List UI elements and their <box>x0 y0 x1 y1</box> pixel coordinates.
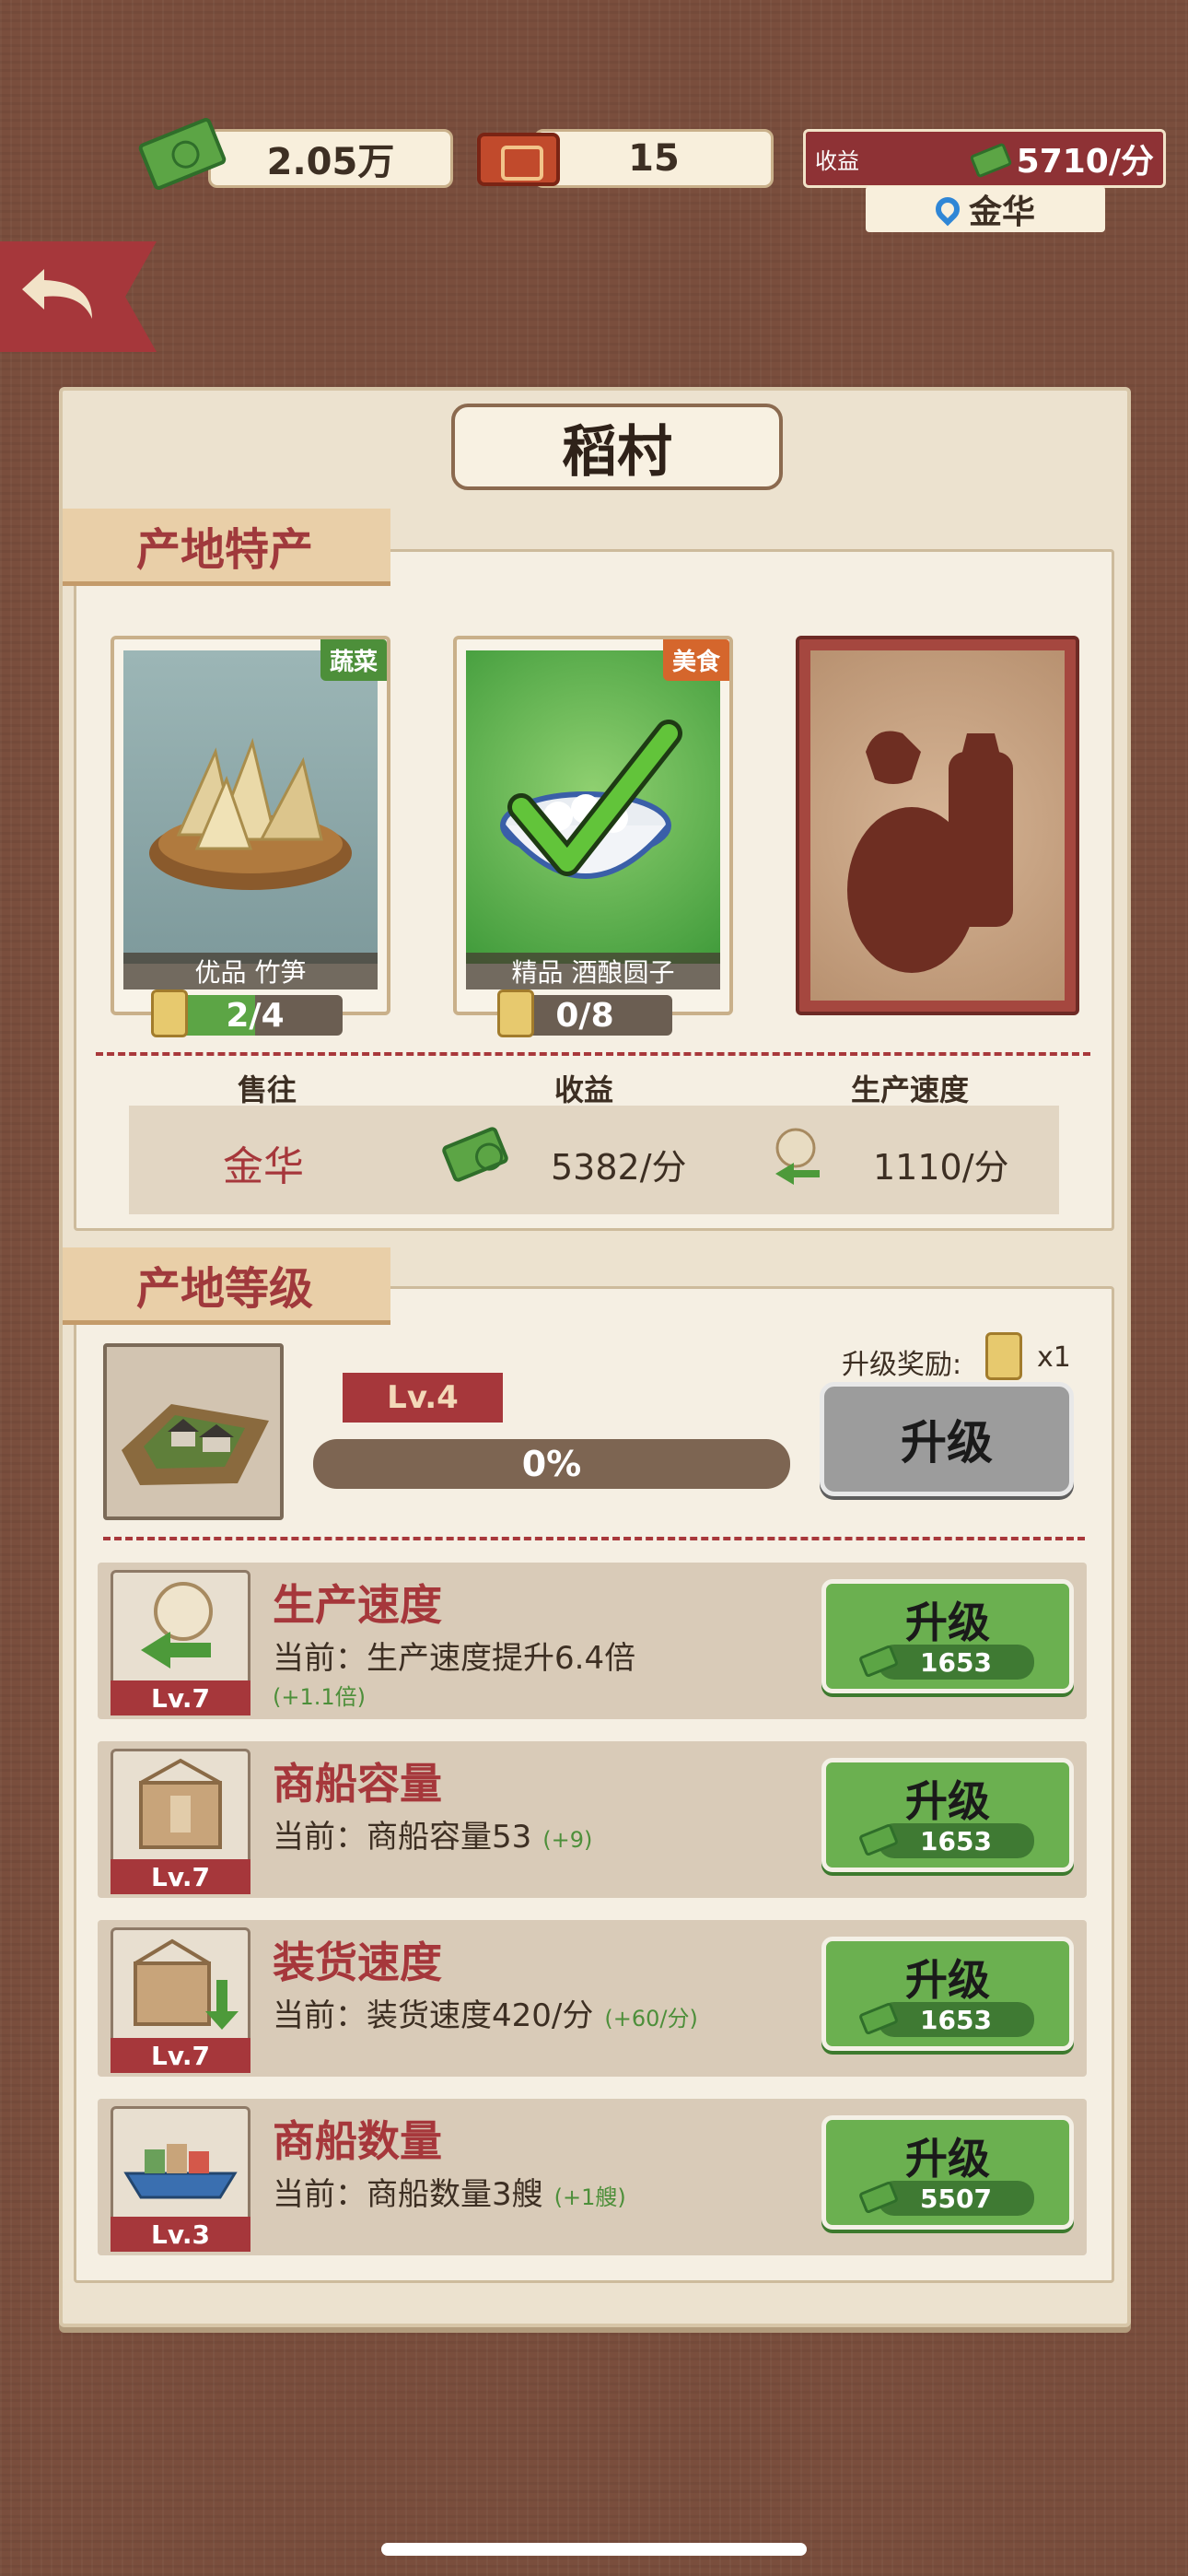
level-progress-text: 0% <box>521 1444 582 1484</box>
product-card-locked[interactable] <box>796 636 1079 1015</box>
region-title: 稻村 <box>451 404 783 490</box>
level-tab: 产地等级 <box>63 1247 390 1325</box>
level-progress-bar: 0% <box>313 1439 790 1489</box>
cash-value: 2.05万 <box>266 141 395 183</box>
cash-icon <box>969 142 1013 179</box>
progress-text: 0/8 <box>555 996 614 1035</box>
upgrade-row-production-speed: Lv.7 生产速度 当前：生产速度提升6.4倍 (+1.1倍) 升级 1653 <box>98 1563 1087 1719</box>
sell-to-value: 金华 <box>223 1143 304 1190</box>
upgrade-ship-count-button[interactable]: 升级 5507 <box>821 2115 1074 2230</box>
upgrade-cost: 1653 <box>878 2002 1034 2037</box>
upgrade-level: Lv.7 <box>111 1680 250 1715</box>
cash-display: 2.05万 <box>208 129 453 188</box>
upgrade-production-speed-button[interactable]: 升级 1653 <box>821 1579 1074 1693</box>
ticket-display: 15 <box>534 129 774 188</box>
progress-text: 2/4 <box>226 996 285 1035</box>
seed-packet-icon <box>985 1332 1022 1380</box>
location-pin-icon <box>930 192 965 227</box>
specialty-tab: 产地特产 <box>63 509 390 586</box>
upgrade-title: 生产速度 <box>273 1580 442 1630</box>
upgrade-current: 当前：装货速度420/分 <box>273 1997 594 2034</box>
upgrade-bonus: (+9) <box>542 1827 593 1853</box>
income-label: 收益 <box>815 147 859 174</box>
divider <box>96 1052 1090 1056</box>
location-name: 金华 <box>968 193 1035 231</box>
upgrade-button-label: 升级 <box>905 2134 990 2184</box>
village-image <box>103 1343 284 1520</box>
upgrade-ship-capacity-button[interactable]: 升级 1653 <box>821 1758 1074 1872</box>
sell-to-label: 售往 <box>237 1072 297 1107</box>
upgrade-cost: 1653 <box>878 1645 1034 1680</box>
upgrade-row-loading-speed: Lv.7 装货速度 当前：装货速度420/分 (+60/分) 升级 1653 <box>98 1920 1087 2077</box>
upgrade-button-label: 升级 <box>905 1598 990 1647</box>
back-button[interactable] <box>0 241 157 352</box>
upgrade-bonus: (+60/分) <box>604 2006 698 2032</box>
product-card-rice-ball[interactable]: 精品 酒酿圆子 美食 <box>453 636 733 1015</box>
upgrade-row-ship-count: Lv.3 商船数量 当前：商船数量3艘 (+1艘) 升级 5507 <box>98 2099 1087 2255</box>
upgrade-title: 装货速度 <box>273 1938 442 1987</box>
product-tag: 美食 <box>662 639 729 681</box>
production-speed-icon <box>775 1128 820 1185</box>
upgrade-current: 当前：生产速度提升6.4倍 <box>273 1640 636 1677</box>
product-tag: 蔬菜 <box>320 639 387 681</box>
product-card-bamboo[interactable]: 优品 竹笋 蔬菜 <box>111 636 390 1015</box>
reward-count: x1 <box>1037 1341 1071 1374</box>
product-name: 优品 竹笋 <box>123 953 378 989</box>
upgrade-bonus: (+1艘) <box>553 2184 626 2210</box>
region-level-badge: Lv.4 <box>343 1373 503 1423</box>
seed-packet-icon <box>497 989 534 1037</box>
upgrade-bonus: (+1.1倍) <box>273 1684 367 1710</box>
income-panel: 收益 5710/分 <box>803 129 1166 188</box>
income-value-text: 5710/分 <box>1016 143 1154 181</box>
income-stat-value: 5382/分 <box>551 1147 687 1188</box>
seed-packet-icon <box>151 989 188 1037</box>
income-stat-label: 收益 <box>553 1072 613 1107</box>
upgrade-row-ship-capacity: Lv.7 商船容量 当前：商船容量53 (+9) 升级 1653 <box>98 1741 1087 1898</box>
upgrade-level: Lv.7 <box>111 2038 250 2073</box>
rice-ball-image <box>466 650 720 964</box>
region-upgrade-button[interactable]: 升级 <box>820 1382 1074 1496</box>
upgrade-level: Lv.7 <box>111 1859 250 1894</box>
upgrade-button-label: 升级 <box>905 1955 990 2005</box>
locked-product-silhouette <box>810 650 1065 1001</box>
upgrade-cost: 5507 <box>878 2181 1034 2216</box>
upgrade-button-label: 升级 <box>905 1776 990 1826</box>
back-arrow-icon <box>22 269 92 319</box>
income-value: 5710/分 <box>969 135 1154 182</box>
product-name: 精品 酒酿圆子 <box>466 953 720 989</box>
upgrade-current: 当前：商船容量53 <box>273 1819 532 1856</box>
reward-label-text: 升级奖励: <box>842 1349 962 1381</box>
divider <box>103 1537 1085 1540</box>
ticket-icon <box>477 133 560 186</box>
upgrade-title: 商船容量 <box>273 1759 442 1809</box>
location-selector[interactable]: 金华 <box>866 186 1105 232</box>
upgrade-cost: 1653 <box>878 1823 1034 1858</box>
ticket-value: 15 <box>628 137 680 180</box>
upgrade-reward-label: 升级奖励: <box>842 1341 961 1382</box>
home-indicator[interactable] <box>381 2543 807 2556</box>
product-progress-bar: 2/4 <box>168 995 343 1036</box>
speed-stat-label: 生产速度 <box>850 1072 969 1107</box>
upgrade-level: Lv.3 <box>111 2217 250 2252</box>
upgrade-loading-speed-button[interactable]: 升级 1653 <box>821 1937 1074 2051</box>
upgrade-current-line: 当前：商船数量3艘 (+1艘) <box>273 2169 626 2214</box>
bamboo-shoot-image <box>123 650 378 964</box>
speed-stat-value: 1110/分 <box>873 1147 1009 1188</box>
upgrade-current-line: 当前：装货速度420/分 (+60/分) <box>273 1990 698 2035</box>
upgrade-current: 当前：商船数量3艘 <box>273 2176 543 2213</box>
upgrade-current-line: 当前：商船容量53 (+9) <box>273 1811 592 1856</box>
upgrade-title: 商船数量 <box>273 2116 442 2166</box>
